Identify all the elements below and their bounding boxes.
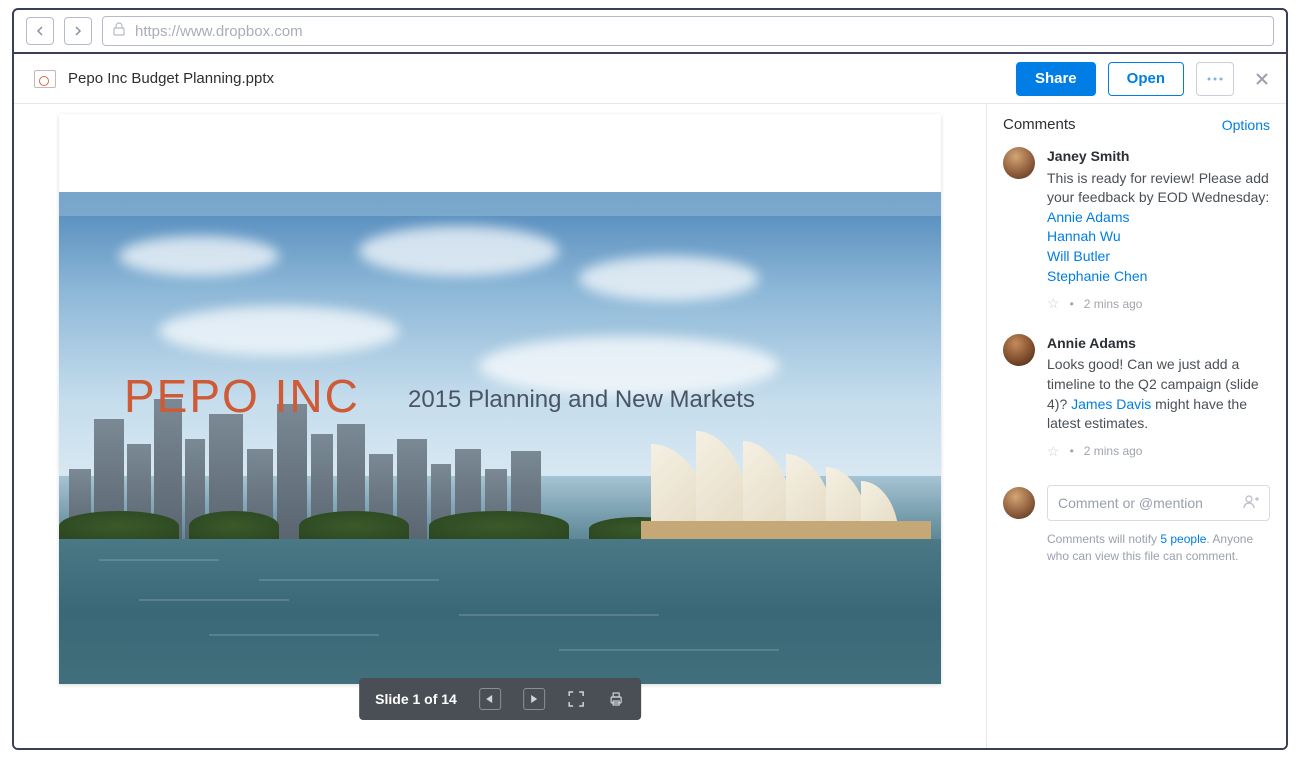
close-button[interactable] <box>1252 69 1272 89</box>
comment-text: This is ready for review! Please add you… <box>1047 169 1270 287</box>
comment-timestamp: 2 mins ago <box>1084 443 1143 460</box>
avatar <box>1003 487 1035 519</box>
close-icon <box>1255 72 1269 86</box>
forward-button[interactable] <box>64 17 92 45</box>
address-bar[interactable]: https://www.dropbox.com <box>102 16 1274 46</box>
star-icon[interactable]: ☆ <box>1047 294 1060 314</box>
slide-subtitle: 2015 Planning and New Markets <box>408 386 755 414</box>
preview-pane: PEPO INC 2015 Planning and New Markets S… <box>14 104 986 748</box>
fullscreen-button[interactable] <box>567 690 585 708</box>
more-options-button[interactable] <box>1196 62 1234 96</box>
avatar <box>1003 147 1035 179</box>
url-text: https://www.dropbox.com <box>135 23 303 40</box>
comment-meta: ☆ • 2 mins ago <box>1047 294 1270 314</box>
pptx-file-icon <box>34 70 56 88</box>
comment-author: Janey Smith <box>1047 147 1270 167</box>
mention-link[interactable]: Stephanie Chen <box>1047 268 1147 284</box>
share-button[interactable]: Share <box>1016 62 1096 96</box>
print-icon <box>608 691 624 707</box>
star-icon[interactable]: ☆ <box>1047 442 1060 462</box>
avatar <box>1003 334 1035 366</box>
chevron-right-icon <box>74 26 82 36</box>
comment-input-row: Comment or @mention <box>1003 485 1270 521</box>
comments-header: Comments Options <box>1003 116 1270 147</box>
file-name: Pepo Inc Budget Planning.pptx <box>68 70 274 87</box>
browser-frame: https://www.dropbox.com Pepo Inc Budget … <box>12 8 1288 750</box>
comment-input[interactable]: Comment or @mention <box>1047 485 1270 521</box>
comment-meta: ☆ • 2 mins ago <box>1047 442 1270 462</box>
lock-icon <box>113 22 125 41</box>
back-button[interactable] <box>26 17 54 45</box>
app-body: PEPO INC 2015 Planning and New Markets S… <box>14 104 1286 748</box>
mention-link[interactable]: Annie Adams <box>1047 209 1130 225</box>
comment-item: Janey Smith This is ready for review! Pl… <box>1003 147 1270 314</box>
open-button[interactable]: Open <box>1108 62 1184 96</box>
comments-pane: Comments Options Janey Smith This is rea… <box>986 104 1286 748</box>
chevron-left-icon <box>36 26 44 36</box>
next-slide-button[interactable] <box>523 688 545 710</box>
comments-options-link[interactable]: Options <box>1222 117 1270 133</box>
slide-title: PEPO INC <box>124 369 360 423</box>
ellipsis-icon <box>1207 77 1223 81</box>
prev-slide-button[interactable] <box>479 688 501 710</box>
mention-link[interactable]: Hannah Wu <box>1047 228 1121 244</box>
comment-timestamp: 2 mins ago <box>1084 296 1143 313</box>
fullscreen-icon <box>568 691 584 707</box>
mention-link[interactable]: Will Butler <box>1047 248 1110 264</box>
mention-link[interactable]: James Davis <box>1071 396 1151 412</box>
slide-controls: Slide 1 of 14 <box>359 678 641 720</box>
browser-toolbar: https://www.dropbox.com <box>14 10 1286 54</box>
comment-placeholder: Comment or @mention <box>1058 495 1203 511</box>
slide-counter: Slide 1 of 14 <box>375 691 457 707</box>
triangle-right-icon <box>530 695 537 703</box>
opera-house <box>651 424 911 539</box>
slide: PEPO INC 2015 Planning and New Markets <box>59 114 941 684</box>
comment-author: Annie Adams <box>1047 334 1270 354</box>
notify-text: Comments will notify 5 people. Anyone wh… <box>1003 531 1270 565</box>
slide-water <box>59 539 941 684</box>
add-mention-icon[interactable] <box>1243 495 1259 512</box>
print-button[interactable] <box>607 690 625 708</box>
triangle-left-icon <box>486 695 493 703</box>
comment-text: Looks good! Can we just add a timeline t… <box>1047 355 1270 433</box>
comment-item: Annie Adams Looks good! Can we just add … <box>1003 334 1270 462</box>
notify-people-link[interactable]: 5 people <box>1160 532 1206 546</box>
comments-title: Comments <box>1003 116 1076 133</box>
app-header: Pepo Inc Budget Planning.pptx Share Open <box>14 54 1286 104</box>
